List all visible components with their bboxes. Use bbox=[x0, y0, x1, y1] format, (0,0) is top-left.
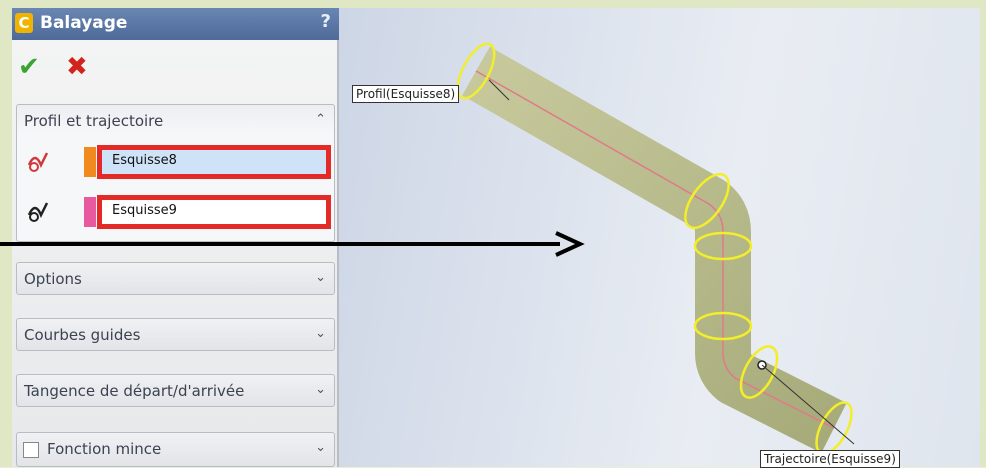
cancel-x-icon[interactable]: ✖ bbox=[66, 52, 92, 82]
path-callout-label[interactable]: Trajectoire(Esquisse9) bbox=[760, 450, 900, 468]
pipe-body bbox=[462, 46, 847, 453]
profile-selection-text: Esquisse8 bbox=[112, 153, 177, 168]
profile-callout-label[interactable]: Profil(Esquisse8) bbox=[352, 85, 460, 103]
help-icon[interactable]: ? bbox=[321, 11, 331, 32]
thin-feature-checkbox[interactable] bbox=[23, 442, 39, 458]
expand-chevron-icon[interactable]: ⌄ bbox=[315, 382, 326, 397]
background-border-right bbox=[980, 0, 986, 467]
section-guide-curves[interactable]: Courbes guides ⌄ bbox=[16, 318, 335, 351]
sweep-feature-icon: C bbox=[15, 13, 33, 33]
section-title-options: Options bbox=[24, 270, 82, 288]
path-selection-text: Esquisse9 bbox=[112, 203, 177, 218]
path-color-chip bbox=[84, 197, 96, 227]
profile-sketch-icon bbox=[27, 152, 49, 172]
path-selection-field[interactable]: Esquisse9 bbox=[97, 195, 331, 229]
section-title-guide-curves: Courbes guides bbox=[24, 326, 141, 344]
section-title-thin-feature: Fonction mince bbox=[47, 440, 162, 458]
panel-header: C Balayage ? bbox=[12, 8, 339, 40]
swept-pipe-model bbox=[456, 42, 855, 455]
section-title-profile-path: Profil et trajectoire bbox=[24, 112, 164, 130]
property-manager-panel: C Balayage ? ✔ ✖ Profil et trajectoire ⌃… bbox=[12, 8, 339, 467]
section-thin-feature[interactable]: Fonction mince ⌄ bbox=[16, 432, 335, 467]
expand-chevron-icon[interactable]: ⌄ bbox=[315, 440, 326, 455]
graphics-area[interactable]: Profil(Esquisse8) Trajectoire(Esquisse9) bbox=[339, 8, 980, 468]
path-sketch-icon bbox=[27, 202, 49, 222]
background-border-top bbox=[0, 0, 986, 8]
profile-selection-field[interactable]: Esquisse8 bbox=[97, 145, 331, 179]
section-profile-path: Profil et trajectoire ⌃ Esquisse8 Esquis… bbox=[16, 104, 335, 242]
background-border-left bbox=[0, 0, 12, 467]
expand-chevron-icon[interactable]: ⌄ bbox=[315, 270, 326, 285]
screenshot-frame: C Balayage ? ✔ ✖ Profil et trajectoire ⌃… bbox=[0, 0, 986, 468]
panel-title: Balayage bbox=[40, 13, 128, 33]
section-options[interactable]: Options ⌄ bbox=[16, 262, 335, 295]
profile-color-chip bbox=[84, 147, 96, 177]
ok-checkmark-icon[interactable]: ✔ bbox=[18, 52, 44, 82]
collapse-chevron-icon[interactable]: ⌃ bbox=[315, 112, 326, 127]
expand-chevron-icon[interactable]: ⌄ bbox=[315, 326, 326, 341]
section-title-tangency: Tangence de départ/d'arrivée bbox=[24, 382, 245, 400]
section-tangency[interactable]: Tangence de départ/d'arrivée ⌄ bbox=[16, 374, 335, 407]
